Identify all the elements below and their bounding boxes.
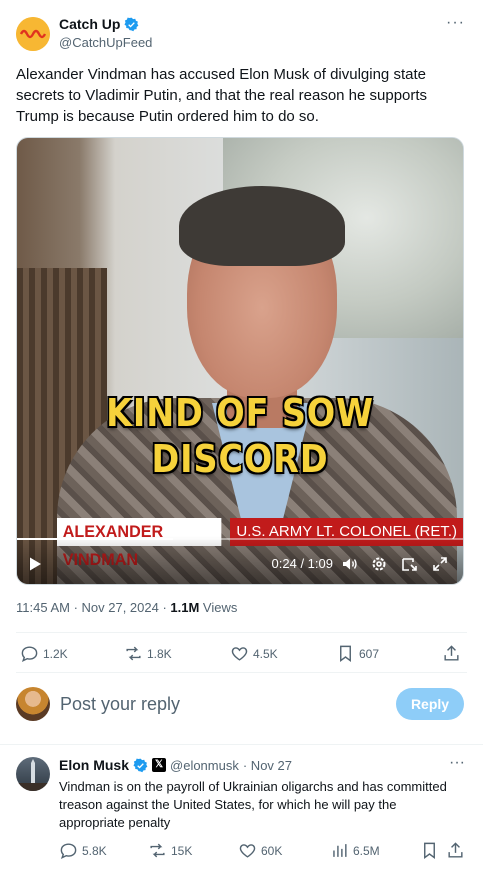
analytics-bar-icon — [333, 844, 347, 857]
video-progress-fill — [17, 538, 174, 540]
elon-musk-avatar[interactable] — [16, 757, 50, 791]
bookmark-action[interactable] — [420, 841, 439, 860]
divider — [16, 632, 467, 633]
reply-action[interactable]: 1.2K — [20, 644, 68, 663]
video-controls: 0:24 / 1:09 — [17, 536, 463, 584]
reply-count: 1.2K — [43, 646, 68, 661]
reply-action[interactable]: 5.8K — [59, 841, 107, 860]
caption-line-1: KIND OF SOW — [106, 391, 374, 435]
video-player[interactable]: KIND OF SOW DISCORD ALEXANDER VINDMAN U.… — [16, 137, 464, 585]
share-icon — [444, 645, 459, 661]
volume-icon[interactable] — [341, 555, 359, 573]
post-timestamp[interactable]: 11:45 AM · Nov 27, 2024 · — [16, 600, 170, 615]
views-label: Views — [199, 600, 238, 615]
author-handle[interactable]: @CatchUpFeed — [59, 35, 152, 50]
video-person-hair — [179, 186, 345, 266]
more-options-icon[interactable]: ··· — [446, 14, 465, 32]
divider — [0, 744, 483, 745]
views-count: 6.5M — [353, 843, 380, 858]
current-user-avatar[interactable] — [16, 687, 50, 721]
reply-button[interactable]: Reply — [396, 688, 464, 720]
repost-action[interactable]: 1.8K — [124, 644, 172, 663]
repost-icon — [126, 646, 141, 661]
reply-icon — [60, 843, 77, 860]
catchup-avatar[interactable] — [16, 17, 50, 51]
video-caption: KIND OF SOW DISCORD — [44, 390, 436, 482]
bookmark-action[interactable]: 607 — [336, 644, 379, 663]
reply-input[interactable]: Post your reply — [60, 694, 180, 715]
bookmark-count: 607 — [359, 646, 380, 661]
play-icon[interactable] — [27, 556, 43, 572]
repost-icon — [150, 843, 165, 858]
verified-badge-icon — [124, 17, 139, 31]
picture-in-picture-icon[interactable] — [400, 555, 418, 573]
reply-author-row: Elon Musk 𝕏 @elonmusk · Nov 27 — [59, 757, 292, 773]
repost-count: 1.8K — [147, 646, 172, 661]
heart-icon — [231, 647, 248, 661]
like-count: 4.5K — [253, 646, 278, 661]
share-action[interactable] — [446, 841, 465, 860]
author-display-name[interactable]: Catch Up — [59, 16, 120, 32]
heart-icon — [239, 844, 256, 858]
rocket-icon — [16, 759, 50, 791]
reply-author-handle[interactable]: @elonmusk — [170, 758, 239, 773]
settings-gear-icon[interactable] — [370, 555, 388, 573]
author-name-row: Catch Up — [59, 16, 139, 32]
post-text: Alexander Vindman has accused Elon Musk … — [16, 66, 428, 125]
divider — [16, 672, 467, 673]
share-action[interactable] — [442, 644, 461, 663]
repost-action[interactable]: 15K — [148, 841, 192, 860]
like-count: 60K — [261, 843, 283, 858]
video-progress-bar[interactable] — [17, 538, 463, 540]
share-icon — [448, 842, 463, 858]
like-action[interactable]: 60K — [238, 841, 282, 860]
like-action[interactable]: 4.5K — [230, 644, 278, 663]
views-action[interactable]: 6.5M — [330, 841, 380, 860]
more-options-icon[interactable]: ··· — [449, 754, 465, 772]
verified-badge-icon — [133, 758, 148, 772]
x-affiliate-icon: 𝕏 — [152, 758, 167, 772]
repost-count: 15K — [171, 843, 193, 858]
fullscreen-icon[interactable] — [431, 555, 449, 573]
reply-icon — [21, 646, 38, 663]
views-count: 1.1M — [170, 600, 200, 615]
reply-author-name[interactable]: Elon Musk — [59, 757, 129, 773]
reply-count: 5.8K — [82, 843, 107, 858]
video-time: 0:24 / 1:09 — [271, 556, 333, 571]
bookmark-icon — [340, 645, 351, 663]
caption-line-2: DISCORD — [151, 437, 329, 481]
bookmark-icon — [424, 842, 435, 860]
post-meta: 11:45 AM · Nov 27, 2024 · 1.1M Views — [16, 600, 237, 615]
reply-text: Vindman is on the payroll of Ukrainian o… — [59, 779, 447, 830]
catchup-logo-icon — [16, 17, 50, 51]
reply-date[interactable]: · Nov 27 — [243, 758, 292, 773]
